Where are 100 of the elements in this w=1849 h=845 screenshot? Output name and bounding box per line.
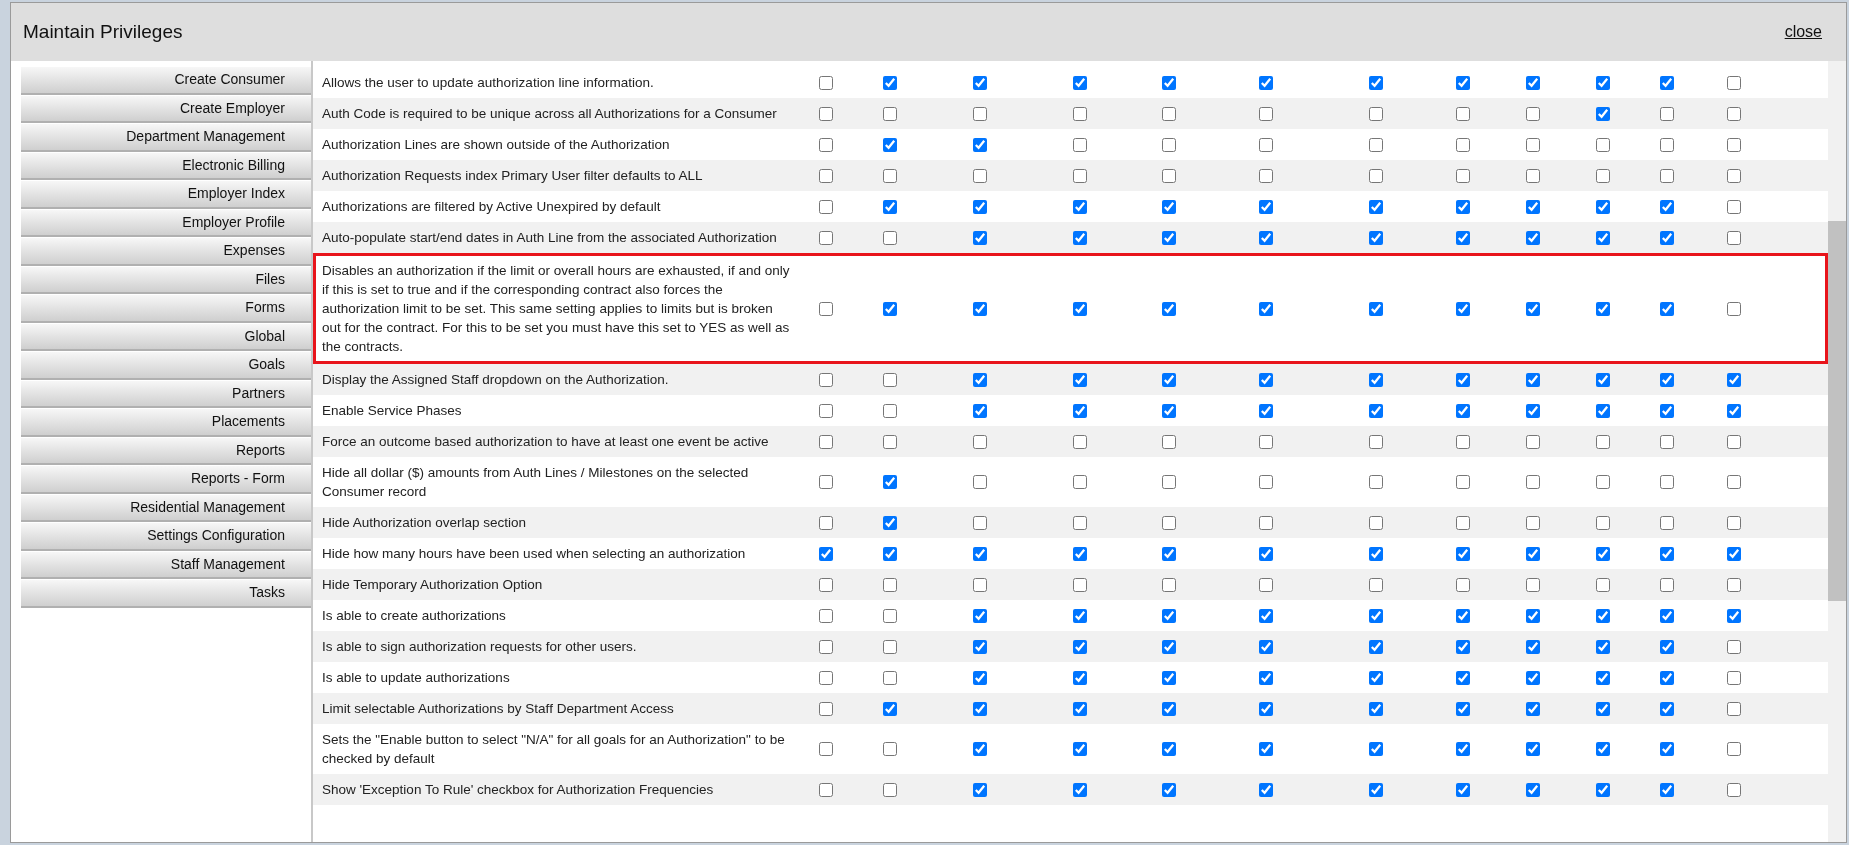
sidebar-button[interactable]: Staff Management — [21, 551, 311, 579]
privilege-checkbox[interactable] — [1072, 546, 1087, 561]
privilege-checkbox[interactable] — [1072, 639, 1087, 654]
privilege-checkbox[interactable] — [1072, 403, 1087, 418]
privilege-checkbox[interactable] — [1369, 434, 1383, 449]
privilege-checkbox[interactable] — [1259, 639, 1273, 654]
privilege-checkbox[interactable] — [1369, 230, 1383, 245]
privilege-checkbox[interactable] — [882, 742, 897, 756]
privilege-checkbox[interactable] — [1369, 137, 1383, 152]
privilege-checkbox[interactable] — [1595, 403, 1610, 418]
privilege-checkbox[interactable] — [973, 372, 987, 387]
privilege-checkbox[interactable] — [882, 403, 897, 418]
privilege-checkbox[interactable] — [1659, 608, 1674, 623]
privilege-checkbox[interactable] — [1525, 577, 1540, 592]
privilege-checkbox[interactable] — [1259, 199, 1273, 214]
privilege-checkbox[interactable] — [1161, 670, 1176, 685]
privilege-checkbox[interactable] — [1727, 701, 1741, 716]
privilege-checkbox[interactable] — [1072, 701, 1087, 716]
privilege-checkbox[interactable] — [1072, 475, 1087, 489]
privilege-checkbox[interactable] — [1659, 137, 1674, 152]
privilege-checkbox[interactable] — [1369, 168, 1383, 183]
sidebar-button[interactable]: Files — [21, 266, 311, 294]
privilege-checkbox[interactable] — [1595, 670, 1610, 685]
privilege-checkbox[interactable] — [1369, 199, 1383, 214]
privilege-checkbox[interactable] — [973, 546, 987, 561]
privilege-checkbox[interactable] — [1595, 742, 1610, 756]
privilege-checkbox[interactable] — [1659, 742, 1674, 756]
privilege-checkbox[interactable] — [973, 701, 987, 716]
privilege-checkbox[interactable] — [1072, 137, 1087, 152]
privilege-checkbox[interactable] — [819, 701, 833, 716]
privilege-checkbox[interactable] — [819, 75, 833, 90]
privilege-checkbox[interactable] — [1727, 782, 1741, 797]
privilege-checkbox[interactable] — [1525, 639, 1540, 654]
sidebar-button[interactable]: Create Consumer — [21, 67, 311, 95]
privilege-checkbox[interactable] — [1595, 782, 1610, 797]
privilege-checkbox[interactable] — [819, 742, 833, 756]
privilege-checkbox[interactable] — [973, 168, 987, 183]
privilege-checkbox[interactable] — [1161, 608, 1176, 623]
privilege-checkbox[interactable] — [1161, 515, 1176, 530]
privilege-checkbox[interactable] — [1659, 546, 1674, 561]
privilege-checkbox[interactable] — [1161, 701, 1176, 716]
privilege-checkbox[interactable] — [1456, 434, 1470, 449]
privilege-checkbox[interactable] — [819, 639, 833, 654]
privilege-checkbox[interactable] — [1072, 372, 1087, 387]
privilege-checkbox[interactable] — [1369, 372, 1383, 387]
sidebar-button[interactable]: Tasks — [21, 580, 311, 608]
privilege-checkbox[interactable] — [1595, 75, 1610, 90]
privilege-checkbox[interactable] — [1161, 434, 1176, 449]
privilege-checkbox[interactable] — [882, 301, 897, 316]
privilege-checkbox[interactable] — [1727, 106, 1741, 121]
privilege-checkbox[interactable] — [1369, 403, 1383, 418]
privilege-checkbox[interactable] — [1727, 372, 1741, 387]
privilege-checkbox[interactable] — [1595, 639, 1610, 654]
privilege-checkbox[interactable] — [1727, 742, 1741, 756]
privilege-checkbox[interactable] — [1259, 372, 1273, 387]
privilege-checkbox[interactable] — [1369, 701, 1383, 716]
privilege-checkbox[interactable] — [1072, 434, 1087, 449]
privilege-checkbox[interactable] — [973, 403, 987, 418]
privilege-checkbox[interactable] — [882, 515, 897, 530]
privilege-checkbox[interactable] — [1595, 546, 1610, 561]
privilege-checkbox[interactable] — [1659, 403, 1674, 418]
close-link[interactable]: close — [1784, 20, 1822, 44]
privilege-checkbox[interactable] — [1456, 301, 1470, 316]
privilege-checkbox[interactable] — [1659, 75, 1674, 90]
privilege-checkbox[interactable] — [1072, 608, 1087, 623]
privilege-checkbox[interactable] — [1161, 106, 1176, 121]
privilege-checkbox[interactable] — [1456, 546, 1470, 561]
privilege-checkbox[interactable] — [1727, 230, 1741, 245]
privilege-checkbox[interactable] — [1259, 515, 1273, 530]
privilege-checkbox[interactable] — [1727, 639, 1741, 654]
privilege-checkbox[interactable] — [1525, 608, 1540, 623]
privilege-checkbox[interactable] — [819, 577, 833, 592]
privilege-checkbox[interactable] — [973, 301, 987, 316]
privilege-checkbox[interactable] — [1525, 475, 1540, 489]
privilege-checkbox[interactable] — [1161, 475, 1176, 489]
privilege-checkbox[interactable] — [1072, 230, 1087, 245]
privilege-checkbox[interactable] — [882, 434, 897, 449]
sidebar-button[interactable]: Department Management — [21, 124, 311, 152]
sidebar-button[interactable]: Reports — [21, 437, 311, 465]
privilege-checkbox[interactable] — [1456, 701, 1470, 716]
privilege-checkbox[interactable] — [1456, 199, 1470, 214]
privilege-checkbox[interactable] — [819, 168, 833, 183]
sidebar-button[interactable]: Goals — [21, 352, 311, 380]
privilege-checkbox[interactable] — [1525, 403, 1540, 418]
privilege-checkbox[interactable] — [1259, 230, 1273, 245]
privilege-checkbox[interactable] — [1595, 515, 1610, 530]
privilege-checkbox[interactable] — [973, 742, 987, 756]
privilege-checkbox[interactable] — [1161, 230, 1176, 245]
privilege-checkbox[interactable] — [973, 577, 987, 592]
sidebar-button[interactable]: Electronic Billing — [21, 152, 311, 180]
privilege-checkbox[interactable] — [1595, 434, 1610, 449]
privilege-checkbox[interactable] — [973, 230, 987, 245]
privilege-checkbox[interactable] — [1659, 168, 1674, 183]
privilege-checkbox[interactable] — [973, 515, 987, 530]
privilege-checkbox[interactable] — [819, 546, 833, 561]
privilege-checkbox[interactable] — [1727, 577, 1741, 592]
privilege-checkbox[interactable] — [1595, 608, 1610, 623]
privilege-checkbox[interactable] — [1259, 701, 1273, 716]
privilege-checkbox[interactable] — [973, 670, 987, 685]
privilege-checkbox[interactable] — [1259, 168, 1273, 183]
